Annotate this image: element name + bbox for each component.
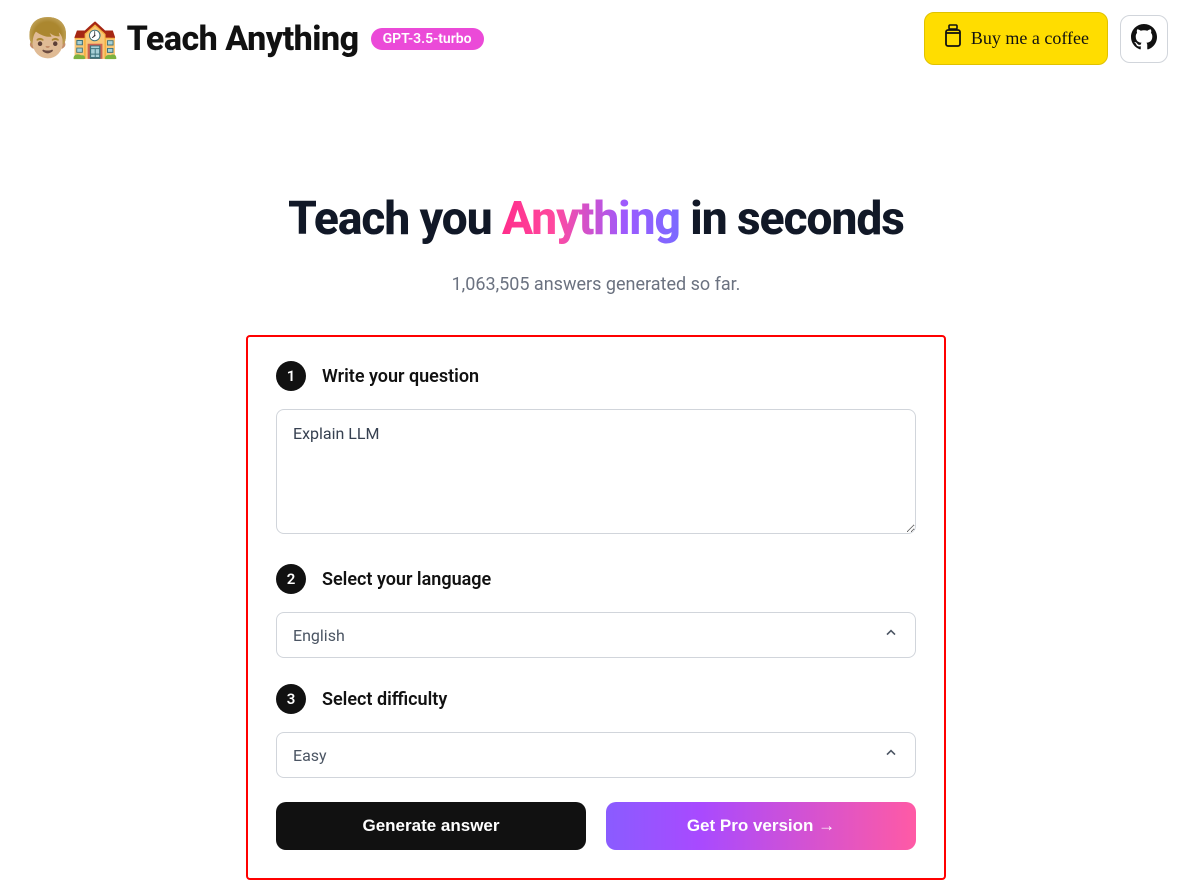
chevron-up-icon	[883, 745, 899, 765]
header-left: 👦🏼🏫 Teach Anything GPT-3.5-turbo	[24, 19, 484, 59]
get-pro-button[interactable]: Get Pro version →	[606, 802, 916, 850]
step-2-label: Select your language	[322, 569, 491, 590]
difficulty-value: Easy	[293, 746, 327, 765]
generate-answer-button[interactable]: Generate answer	[276, 802, 586, 850]
github-button[interactable]	[1120, 15, 1168, 63]
difficulty-select[interactable]: Easy	[276, 732, 916, 778]
chevron-up-icon	[883, 625, 899, 645]
button-row: Generate answer Get Pro version →	[276, 802, 916, 850]
step-1-header: 1 Write your question	[276, 361, 916, 391]
step-1-number: 1	[276, 361, 306, 391]
github-icon	[1131, 24, 1157, 54]
logo-text: Teach Anything	[127, 19, 359, 59]
language-value: English	[293, 626, 345, 645]
step-1-label: Write your question	[322, 366, 479, 387]
step-3-number: 3	[276, 684, 306, 714]
header-right: Buy me a coffee	[924, 12, 1168, 65]
question-input[interactable]	[276, 409, 916, 534]
hero-prefix: Teach you	[288, 192, 502, 246]
buy-me-coffee-button[interactable]: Buy me a coffee	[924, 12, 1108, 65]
step-2-header: 2 Select your language	[276, 564, 916, 594]
form-card: 1 Write your question 2 Select your lang…	[246, 335, 946, 880]
hero-highlight: Anything	[502, 192, 680, 246]
hero-suffix: in seconds	[680, 192, 904, 246]
site-header: 👦🏼🏫 Teach Anything GPT-3.5-turbo Buy me …	[0, 0, 1192, 77]
step-3-label: Select difficulty	[322, 689, 447, 710]
model-badge: GPT-3.5-turbo	[371, 28, 484, 50]
language-select[interactable]: English	[276, 612, 916, 658]
step-2-number: 2	[276, 564, 306, 594]
step-3-header: 3 Select difficulty	[276, 684, 916, 714]
coffee-cup-icon	[943, 23, 963, 54]
answers-count: 1,063,505 answers generated so far.	[0, 274, 1192, 295]
hero-heading: Teach you Anything in seconds	[0, 192, 1192, 246]
hero-section: Teach you Anything in seconds 1,063,505 …	[0, 192, 1192, 295]
buy-me-coffee-label: Buy me a coffee	[971, 28, 1089, 49]
logo-emoji: 👦🏼🏫	[24, 20, 119, 58]
